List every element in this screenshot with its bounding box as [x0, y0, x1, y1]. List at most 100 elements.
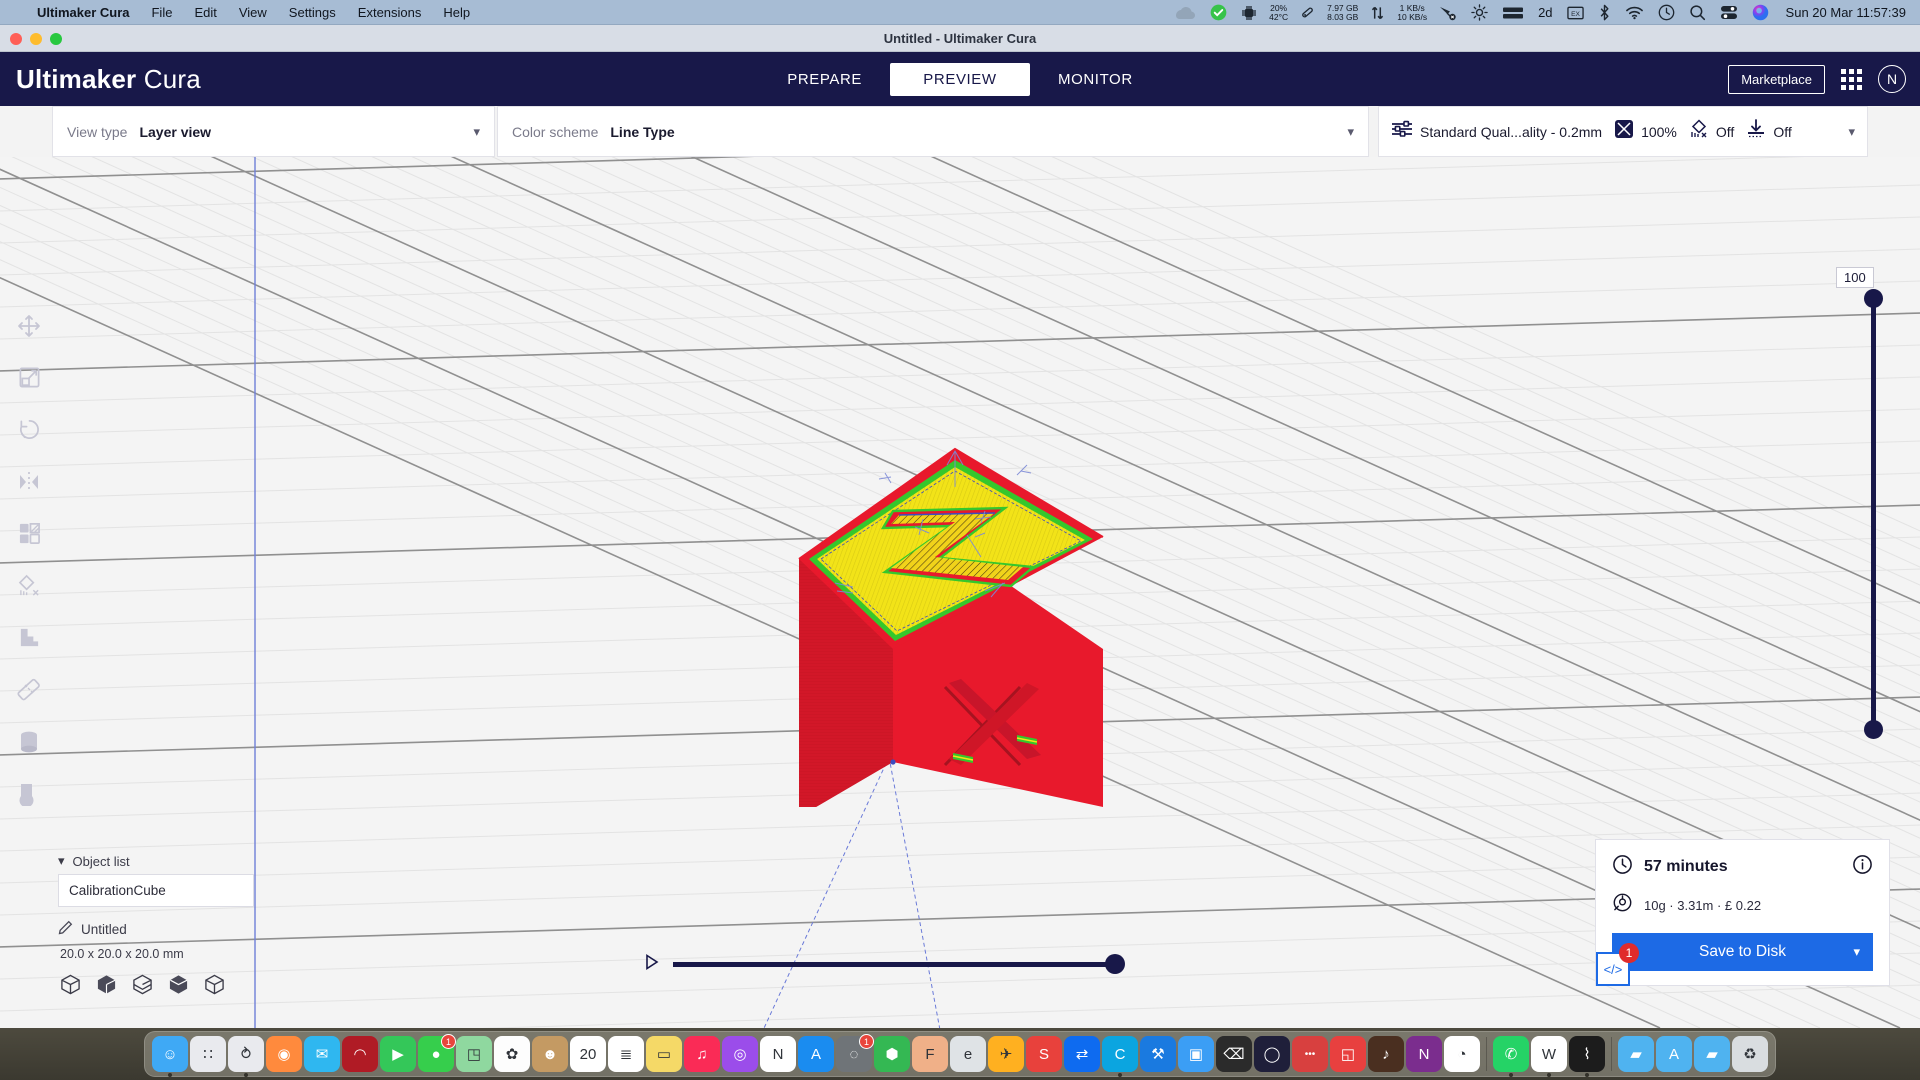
infill-segment[interactable]: 100%	[1614, 119, 1677, 144]
dock-item-garageband[interactable]: ♪	[1368, 1036, 1404, 1072]
dock-item-ellipsis-app[interactable]: •••	[1292, 1036, 1328, 1072]
layer-slider-track[interactable]	[1871, 293, 1876, 733]
green-check-icon[interactable]	[1203, 0, 1234, 25]
window-minimize-button[interactable]	[30, 33, 42, 45]
step-tool[interactable]	[8, 619, 50, 661]
layer-slider[interactable]: 100	[1844, 267, 1904, 747]
chevron-down-icon[interactable]: ▾	[1853, 944, 1860, 960]
dock-item-airdrop[interactable]: ✈	[988, 1036, 1024, 1072]
cpu-icon[interactable]	[1234, 0, 1264, 25]
window-close-button[interactable]	[10, 33, 22, 45]
save-to-disk-button[interactable]: Save to Disk ▾	[1612, 933, 1873, 971]
dock-item-activity-monitor[interactable]: ⌇	[1569, 1036, 1605, 1072]
solid-view-icon[interactable]	[60, 974, 81, 1000]
vpn-off-icon[interactable]	[1432, 0, 1464, 25]
support-segment[interactable]: Off	[1689, 119, 1734, 144]
support-blocker-tool[interactable]	[8, 567, 50, 609]
uptime-days-label[interactable]: 2d	[1531, 0, 1559, 25]
apps-grid-icon[interactable]	[1841, 69, 1862, 90]
play-triangle-icon[interactable]	[645, 954, 659, 974]
menu-settings[interactable]: Settings	[278, 0, 347, 25]
dock-item-messages[interactable]: ●1	[418, 1036, 454, 1072]
measure-tool[interactable]	[8, 671, 50, 713]
move-tool[interactable]	[8, 307, 50, 349]
dock-item-sublime[interactable]: S	[1026, 1036, 1062, 1072]
spotlight-search-icon[interactable]	[1682, 0, 1713, 25]
dock-item-launchpad[interactable]: ∷	[190, 1036, 226, 1072]
tab-prepare[interactable]: PREPARE	[759, 63, 890, 96]
bluetooth-icon[interactable]	[1591, 0, 1618, 25]
dock-item-safari[interactable]: ⥁	[228, 1036, 264, 1072]
control-center-icon[interactable]	[1713, 0, 1745, 25]
dock-item-edge[interactable]: e	[950, 1036, 986, 1072]
color-scheme-selector[interactable]: Color scheme Line Type ▾	[497, 106, 1369, 157]
layer-view-icon[interactable]	[132, 974, 153, 1000]
ram-stack-icon[interactable]	[1495, 0, 1531, 25]
dock-item-screens[interactable]: ◌1	[836, 1036, 872, 1072]
dock-item-teamviewer[interactable]: ⇄	[1064, 1036, 1100, 1072]
dock-item-photos[interactable]: ✿	[494, 1036, 530, 1072]
dock-item-thunderbird[interactable]: ◠	[342, 1036, 378, 1072]
siri-icon[interactable]	[1745, 0, 1776, 25]
list-item[interactable]: CalibrationCube	[69, 883, 243, 898]
dock-item-fantastical[interactable]: F	[912, 1036, 948, 1072]
dock-item-keynote[interactable]: ▣	[1178, 1036, 1214, 1072]
marketplace-button[interactable]: Marketplace	[1728, 65, 1825, 94]
object-list-box[interactable]: CalibrationCube	[58, 874, 254, 907]
cylinder-tool[interactable]	[8, 723, 50, 765]
view-type-selector[interactable]: View type Layer view ▾	[52, 106, 495, 157]
shape-tool[interactable]	[8, 775, 50, 817]
calibration-cube-model[interactable]	[795, 387, 1125, 807]
dock-item-terminal[interactable]: ⌫	[1216, 1036, 1252, 1072]
rotate-tool[interactable]	[8, 411, 50, 453]
profile-segment[interactable]: Standard Qual...ality - 0.2mm	[1391, 120, 1602, 143]
per-model-settings-tool[interactable]	[8, 515, 50, 557]
dock-item-finder[interactable]: ☺	[152, 1036, 188, 1072]
3d-viewport[interactable]: ▾ Object list CalibrationCube Untitled 2…	[0, 157, 1920, 1028]
mirror-tool[interactable]	[8, 463, 50, 505]
project-name-row[interactable]: Untitled	[58, 920, 254, 938]
menu-file[interactable]: File	[140, 0, 183, 25]
dock-item-contacts[interactable]: ☻	[532, 1036, 568, 1072]
disk-stats[interactable]: 7.97 GB 8.03 GB	[1322, 0, 1363, 25]
info-circle-icon[interactable]	[1852, 854, 1873, 880]
object-list-header[interactable]: ▾ Object list	[58, 853, 254, 869]
dock-item-music[interactable]: ♫	[684, 1036, 720, 1072]
layer-slider-upper-handle[interactable]	[1864, 289, 1883, 308]
disk-icon[interactable]	[1293, 0, 1322, 25]
dock-item-notes[interactable]: ▭	[646, 1036, 682, 1072]
time-machine-icon[interactable]	[1651, 0, 1682, 25]
dock-item-documents-folder[interactable]: ▰	[1694, 1036, 1730, 1072]
layer-slider-lower-handle[interactable]	[1864, 720, 1883, 739]
xray-view-icon[interactable]	[96, 974, 117, 1000]
updown-arrows-icon[interactable]	[1363, 0, 1392, 25]
menu-help[interactable]: Help	[432, 0, 481, 25]
dock-item-wikipedia[interactable]: W	[1531, 1036, 1567, 1072]
dock-item-drive[interactable]: ◔	[1444, 1036, 1480, 1072]
dock-item-onion[interactable]: ◯	[1254, 1036, 1290, 1072]
menu-bar-clock[interactable]: Sun 20 Mar 11:57:39	[1776, 5, 1914, 20]
menu-app-name[interactable]: Ultimaker Cura	[26, 0, 140, 25]
dock-item-whatsapp[interactable]: ✆	[1493, 1036, 1529, 1072]
path-slider[interactable]	[645, 952, 1115, 976]
cpu-stats[interactable]: 20% 42°C	[1264, 0, 1293, 25]
gcode-notification-badge[interactable]: </> 1	[1596, 952, 1630, 986]
menu-view[interactable]: View	[228, 0, 278, 25]
wifi-icon[interactable]	[1618, 0, 1651, 25]
menu-edit[interactable]: Edit	[183, 0, 227, 25]
dock-item-calendar[interactable]: 20	[570, 1036, 606, 1072]
dock-item-onenote[interactable]: N	[1406, 1036, 1442, 1072]
dock-item-cryptomator[interactable]: ⬢	[874, 1036, 910, 1072]
dock-item-cura[interactable]: C	[1102, 1036, 1138, 1072]
dock-item-applications-folder[interactable]: A	[1656, 1036, 1692, 1072]
wireframe-view-icon[interactable]	[204, 974, 225, 1000]
brightness-icon[interactable]	[1464, 0, 1495, 25]
tab-monitor[interactable]: MONITOR	[1030, 63, 1161, 96]
cloud-icon[interactable]	[1167, 0, 1203, 25]
dock-item-news[interactable]: N	[760, 1036, 796, 1072]
chevron-down-icon[interactable]: ▾	[1848, 124, 1855, 140]
window-maximize-button[interactable]	[50, 33, 62, 45]
path-slider-track[interactable]	[673, 962, 1115, 967]
scale-tool[interactable]	[8, 359, 50, 401]
account-avatar-icon[interactable]: N	[1878, 65, 1906, 93]
